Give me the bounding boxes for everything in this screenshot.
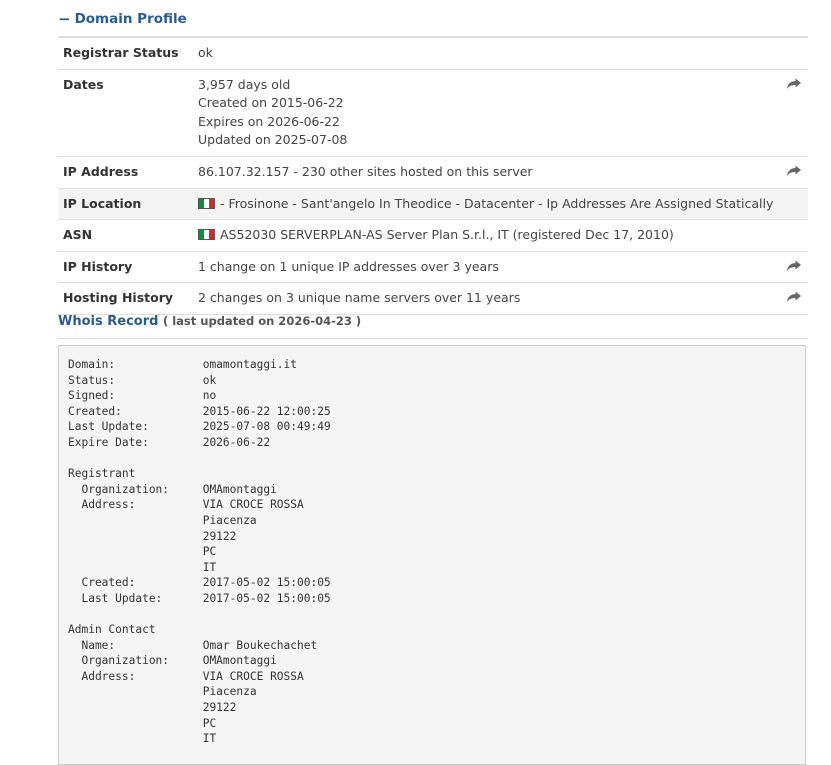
- profile-row-value-text: - Frosinone - Sant'angelo In Theodice - …: [220, 195, 774, 211]
- profile-row-value-line: ok: [198, 44, 808, 63]
- profile-row-value-text: Updated on 2025-07-08: [198, 132, 348, 148]
- profile-row-label: Dates: [63, 76, 104, 92]
- italy-flag-icon: [198, 197, 215, 209]
- share-arrow-icon[interactable]: [786, 162, 802, 178]
- minus-icon: −: [58, 9, 71, 28]
- whois-record-title: Whois Record: [58, 314, 159, 329]
- profile-row-value-text: 1 change on 1 unique IP addresses over 3…: [198, 258, 499, 274]
- profile-row-value-text: 3,957 days old: [198, 76, 291, 92]
- profile-row-dates: Dates 3,957 days old Created on 2015-06-22…: [58, 70, 808, 157]
- domain-profile-table: Registrar Status ok Dates 3,957 days old Cre…: [58, 36, 808, 315]
- profile-row-value-line: 1 change on 1 unique IP addresses over 3…: [198, 258, 808, 277]
- profile-row-value-text: AS52030 SERVERPLAN-AS Server Plan S.r.l.…: [220, 227, 674, 243]
- profile-row-label: IP History: [63, 258, 133, 274]
- profile-row-value: AS52030 SERVERPLAN-AS Server Plan S.r.l.…: [198, 220, 808, 251]
- profile-row-value-line: Updated on 2025-07-08: [198, 131, 808, 150]
- profile-row-value-line: Created on 2015-06-22: [198, 94, 808, 113]
- whois-record-box: Domain: omamontaggi.it Status: ok Signed…: [58, 345, 806, 765]
- profile-row-value: 86.107.32.157 - 230 other sites hosted o…: [198, 157, 808, 188]
- profile-row-label: ASN: [63, 227, 93, 243]
- profile-row-value: 3,957 days old Created on 2015-06-22 Expir…: [198, 70, 808, 156]
- profile-row-value-text: Created on 2015-06-22: [198, 95, 344, 111]
- profile-row-value-line: 86.107.32.157 - 230 other sites hosted o…: [198, 163, 808, 182]
- profile-row-value-text: 86.107.32.157 - 230 other sites hosted o…: [198, 163, 533, 179]
- domain-profile-title: Domain Profile: [74, 11, 187, 27]
- divider: [58, 338, 808, 339]
- profile-row-label: IP Address: [63, 163, 139, 179]
- profile-row-ip-address: IP Address 86.107.32.157 - 230 other site…: [58, 157, 808, 189]
- profile-row-value-text: Expires on 2026-06-22: [198, 113, 340, 129]
- italy-flag-icon: [198, 229, 215, 241]
- share-arrow-icon[interactable]: [786, 257, 802, 273]
- whois-record-heading: Whois Record ( last updated on 2026-04-2…: [58, 314, 361, 329]
- profile-row-value: 2 changes on 3 unique name servers over …: [198, 283, 808, 314]
- profile-row-value: - Frosinone - Sant'angelo In Theodice - …: [198, 189, 808, 220]
- profile-row-value-line: 3,957 days old: [198, 76, 808, 95]
- profile-row-value-text: 2 changes on 3 unique name servers over …: [198, 290, 521, 306]
- profile-row-label: Hosting History: [63, 290, 174, 306]
- profile-row-ip-history: IP History 1 change on 1 unique IP addres…: [58, 252, 808, 284]
- profile-row-value-line: Expires on 2026-06-22: [198, 113, 808, 132]
- profile-row-value-text: ok: [198, 45, 213, 60]
- profile-row-value-line: - Frosinone - Sant'angelo In Theodice - …: [198, 195, 808, 214]
- whois-record-text: Domain: omamontaggi.it Status: ok Signed…: [68, 358, 331, 746]
- profile-row-value-line: AS52030 SERVERPLAN-AS Server Plan S.r.l.…: [198, 226, 808, 245]
- profile-row-value-line: 2 changes on 3 unique name servers over …: [198, 289, 808, 308]
- share-arrow-icon[interactable]: [786, 75, 802, 91]
- profile-row-registrar-status: Registrar Status ok: [58, 38, 808, 70]
- profile-row-hosting-history: Hosting History 2 changes on 3 unique nam…: [58, 283, 808, 315]
- profile-row-value: 1 change on 1 unique IP addresses over 3…: [198, 252, 808, 283]
- profile-row-asn: ASN AS52030 SERVERPLAN-AS Server Plan S.r…: [58, 220, 808, 252]
- profile-row-label: IP Location: [63, 195, 142, 211]
- profile-row-ip-location: IP Location - Frosinone - Sant'angelo In …: [58, 188, 808, 221]
- profile-row-label: Registrar Status: [63, 45, 179, 60]
- profile-row-value: ok: [198, 38, 808, 69]
- share-arrow-icon[interactable]: [786, 288, 802, 304]
- whois-last-updated: ( last updated on 2026-04-23 ): [162, 314, 362, 328]
- domain-profile-header[interactable]: − Domain Profile: [58, 11, 187, 27]
